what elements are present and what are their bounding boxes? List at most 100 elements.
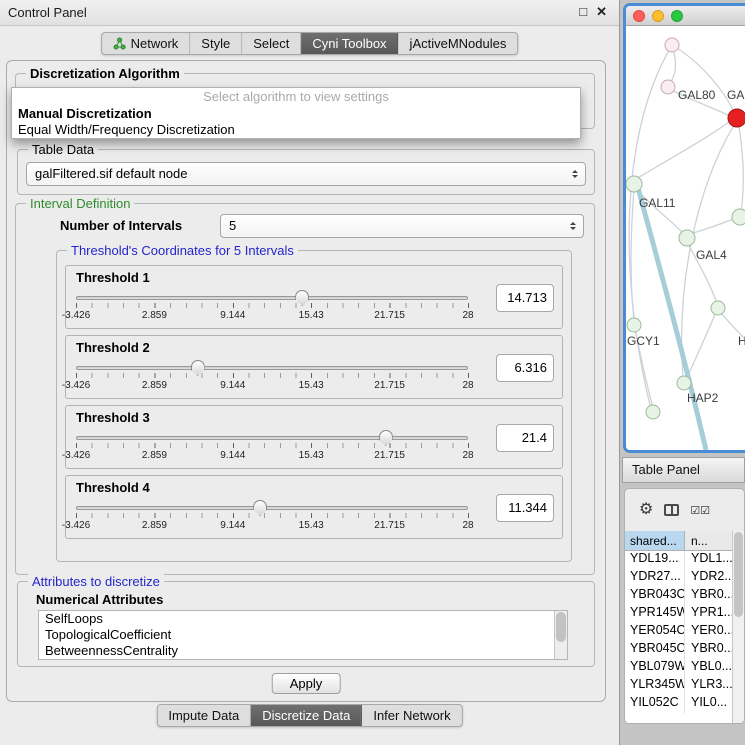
table-row[interactable]: YBR045CYBR0... <box>625 641 732 659</box>
interval-definition-title: Interval Definition <box>26 196 134 211</box>
node-label: GAL4 <box>696 248 727 262</box>
tick-label: 15.43 <box>299 310 324 321</box>
network-node[interactable] <box>646 405 660 419</box>
table-row[interactable]: YDR27...YDR2... <box>625 569 732 587</box>
network-window-titlebar[interactable] <box>626 6 745 26</box>
network-node[interactable] <box>711 301 725 315</box>
number-of-intervals-select[interactable]: 5 <box>220 214 584 238</box>
number-of-intervals-label: Number of Intervals <box>60 218 182 233</box>
select-checkboxes-icon[interactable]: ☑☑ <box>690 504 710 517</box>
tab-select[interactable]: Select <box>242 33 301 54</box>
numerical-attributes-label: Numerical Attributes <box>36 592 163 607</box>
network-edge[interactable] <box>738 121 743 212</box>
zoom-traffic-light[interactable] <box>671 10 683 22</box>
network-node[interactable] <box>627 318 641 332</box>
list-scrollbar[interactable] <box>554 611 567 659</box>
attribute-item[interactable]: SelfLoops <box>39 611 554 627</box>
list-scroll-thumb[interactable] <box>556 612 566 642</box>
tick-label: 28 <box>462 450 473 461</box>
network-node[interactable] <box>677 376 691 390</box>
network-node[interactable] <box>665 38 679 52</box>
slider-tick-labels: -3.4262.8599.14415.4321.71528 <box>76 380 468 392</box>
slider-track[interactable] <box>76 506 468 510</box>
cell-name: YPR1... <box>685 605 732 623</box>
threshold-1-panel: Threshold 1 -3.4262.8599.14415.4321.7152… <box>65 265 563 329</box>
threshold-4-label: Threshold 4 <box>76 480 150 495</box>
node-label: GAL80 <box>678 88 716 102</box>
popup-item-manual-discretization[interactable]: Manual Discretization <box>12 106 580 122</box>
network-node[interactable] <box>661 80 675 94</box>
tick-label: 2.859 <box>142 310 167 321</box>
network-node[interactable] <box>679 230 695 246</box>
threshold-2-slider[interactable]: -3.4262.8599.14415.4321.71528 <box>76 360 468 396</box>
interval-definition-group: Interval Definition Number of Intervals … <box>15 203 595 575</box>
network-node[interactable] <box>732 209 745 225</box>
close-traffic-light[interactable] <box>633 10 645 22</box>
table-scrollbar[interactable] <box>732 531 744 723</box>
column-header-shared-name[interactable]: shared... <box>625 531 685 550</box>
control-panel-title: Control Panel <box>8 5 87 20</box>
tab-discretize-data[interactable]: Discretize Data <box>251 705 362 726</box>
columns-icon[interactable] <box>664 504 679 516</box>
float-window-icon[interactable]: □ <box>579 4 587 20</box>
minimize-traffic-light[interactable] <box>652 10 664 22</box>
table-row[interactable]: YER054CYER0... <box>625 623 732 641</box>
network-canvas[interactable]: GAL80GAGAL11GAL4GCY1HHAP2 <box>626 26 745 450</box>
close-window-icon[interactable]: ✕ <box>596 4 607 20</box>
algorithm-group-title: Discretization Algorithm <box>26 66 184 81</box>
network-edge[interactable] <box>686 312 716 380</box>
table-panel: ⚙ ☑☑ shared... n... YDL19...YDL1...YDR27… <box>624 488 745 724</box>
threshold-3-slider[interactable]: -3.4262.8599.14415.4321.71528 <box>76 430 468 466</box>
tab-jactivemnodules[interactable]: jActiveMNodules <box>399 33 518 54</box>
slider-track[interactable] <box>76 296 468 300</box>
cell-name: YIL0... <box>685 695 732 713</box>
column-header-name[interactable]: n... <box>685 531 732 550</box>
control-panel-titlebar[interactable]: Control Panel □ ✕ <box>0 0 619 26</box>
tab-infer-network[interactable]: Infer Network <box>362 705 461 726</box>
popup-item-equal-width-frequency[interactable]: Equal Width/Frequency Discretization <box>12 122 580 138</box>
gear-icon[interactable]: ⚙ <box>639 502 653 518</box>
network-edge[interactable] <box>636 121 730 179</box>
network-edge[interactable] <box>672 45 735 114</box>
slider-track[interactable] <box>76 436 468 440</box>
selected-node[interactable] <box>728 109 745 127</box>
tick-label: 21.715 <box>374 450 405 461</box>
table-scroll-thumb[interactable] <box>734 532 743 617</box>
table-row[interactable]: YBR043CYBR0... <box>625 587 732 605</box>
cell-name: YBR0... <box>685 641 732 659</box>
tab-style[interactable]: Style <box>190 33 242 54</box>
slider-track[interactable] <box>76 366 468 370</box>
table-panel-title: Table Panel <box>632 462 700 477</box>
network-edge[interactable] <box>690 218 736 234</box>
tab-network-label: Network <box>131 36 179 51</box>
table-row[interactable]: YIL052CYIL0... <box>625 695 732 713</box>
cell-shared-name: YER054C <box>625 623 685 641</box>
tab-impute-data[interactable]: Impute Data <box>157 705 251 726</box>
table-panel-titlebar[interactable]: Table Panel <box>622 457 745 483</box>
table-row[interactable]: YBL079WYBL0... <box>625 659 732 677</box>
numerical-attributes-list[interactable]: SelfLoopsTopologicalCoefficientBetweenne… <box>38 610 568 660</box>
table-row[interactable]: YLR345WYLR3... <box>625 677 732 695</box>
tab-network[interactable]: Network <box>102 33 191 54</box>
apply-button[interactable]: Apply <box>272 673 341 694</box>
threshold-1-value-field[interactable]: 14.713 <box>496 284 554 312</box>
combo-arrows-icon <box>565 217 580 235</box>
tab-cyni-toolbox[interactable]: Cyni Toolbox <box>301 33 398 54</box>
threshold-2-panel: Threshold 2 -3.4262.8599.14415.4321.7152… <box>65 335 563 399</box>
cell-name: YLR3... <box>685 677 732 695</box>
slider-tick-labels: -3.4262.8599.14415.4321.71528 <box>76 450 468 462</box>
tick-label: -3.426 <box>62 310 90 321</box>
table-row[interactable]: YPR145WYPR1... <box>625 605 732 623</box>
threshold-4-value-field[interactable]: 11.344 <box>496 494 554 522</box>
threshold-1-slider[interactable]: -3.4262.8599.14415.4321.71528 <box>76 290 468 326</box>
table-row[interactable]: YDL19...YDL1... <box>625 551 732 569</box>
threshold-4-slider[interactable]: -3.4262.8599.14415.4321.71528 <box>76 500 468 536</box>
attribute-item[interactable]: TopologicalCoefficient <box>39 627 554 643</box>
tick-label: 21.715 <box>374 520 405 531</box>
threshold-3-value-field[interactable]: 21.4 <box>496 424 554 452</box>
network-node[interactable] <box>626 176 642 192</box>
threshold-2-value-field[interactable]: 6.316 <box>496 354 554 382</box>
cell-shared-name: YBR043C <box>625 587 685 605</box>
table-data-select[interactable]: galFiltered.sif default node <box>26 162 586 186</box>
attribute-item[interactable]: BetweennessCentrality <box>39 643 554 659</box>
